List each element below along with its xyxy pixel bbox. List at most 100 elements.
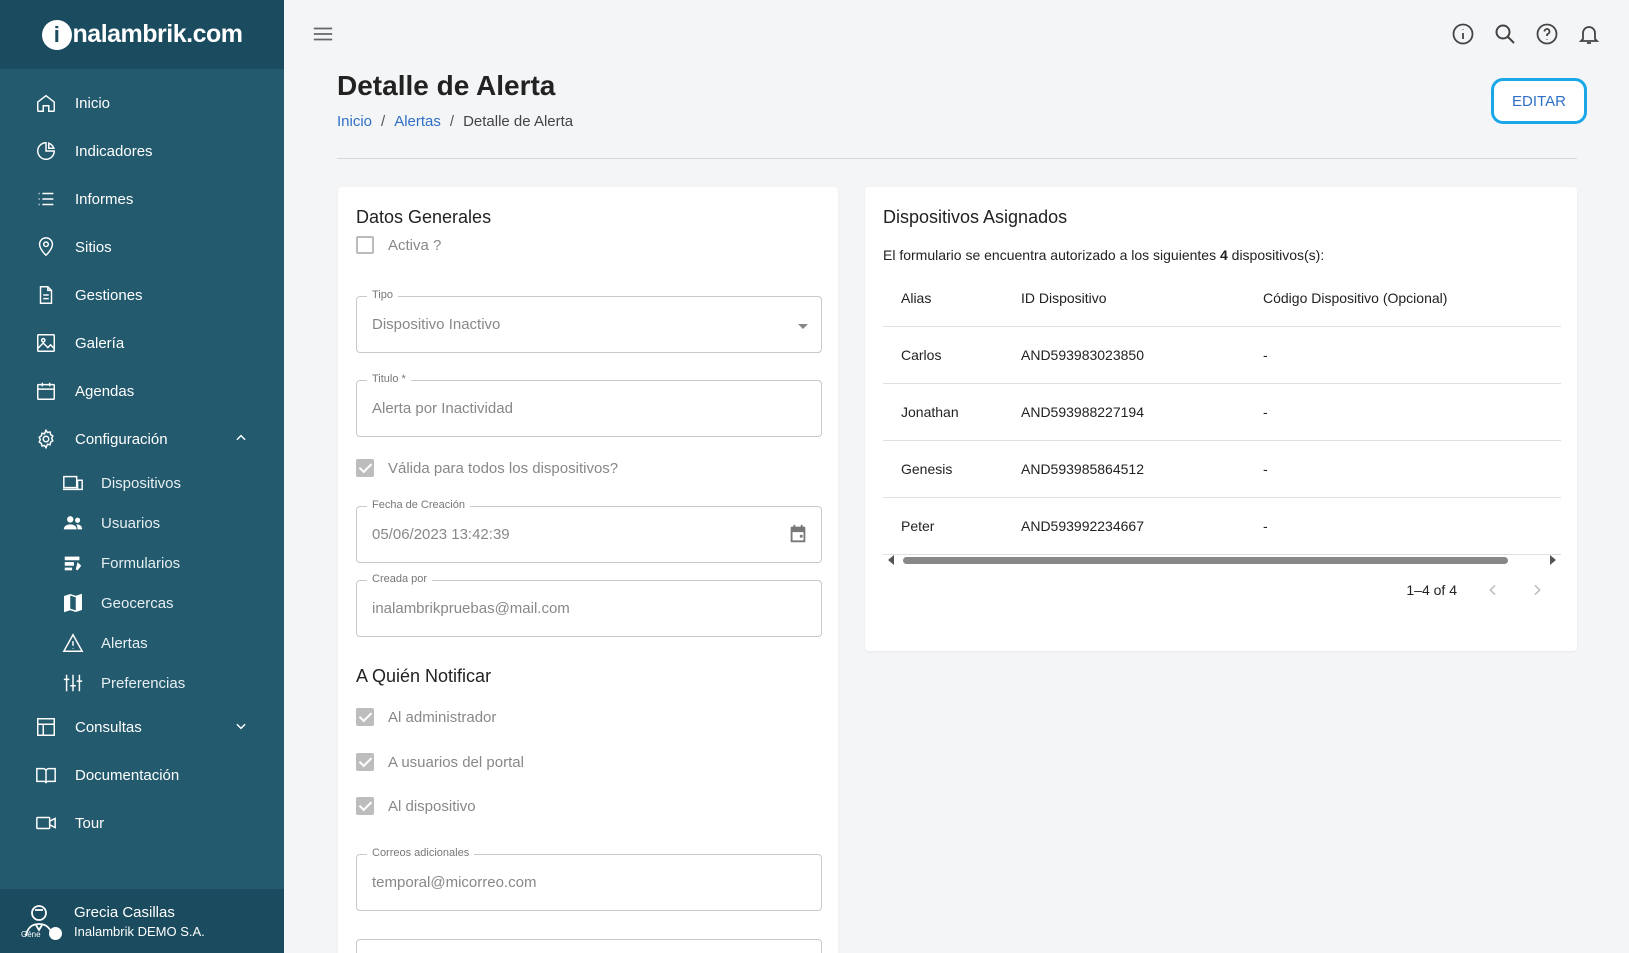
checkbox-box[interactable] bbox=[356, 236, 374, 254]
sidebar-item-configuracion[interactable]: Configuración bbox=[0, 415, 284, 463]
emails-field[interactable]: Correos adicionales temporal@micorreo.co… bbox=[356, 847, 822, 911]
checkbox-box[interactable] bbox=[356, 459, 374, 477]
notify-device-checkbox[interactable]: Al dispositivo bbox=[356, 797, 476, 815]
sidebar-item-label: Tour bbox=[75, 814, 105, 832]
logo-text: nalambrik.com bbox=[72, 20, 243, 48]
sidebar-subitem-label: Alertas bbox=[101, 634, 148, 652]
sidebar-subitem-label: Geocercas bbox=[101, 594, 174, 612]
sidebar-item-consultas[interactable]: Consultas bbox=[0, 703, 284, 751]
notify-portal-label: A usuarios del portal bbox=[388, 753, 524, 771]
sidebar-item-inicio[interactable]: Inicio bbox=[0, 79, 284, 127]
menu-icon[interactable] bbox=[312, 24, 334, 49]
chevron-down-icon[interactable] bbox=[234, 719, 248, 738]
header-divider bbox=[337, 158, 1577, 159]
scroll-right-icon[interactable] bbox=[1549, 555, 1557, 565]
creada-por-field[interactable]: Creada por inalambrikpruebas@mail.com bbox=[356, 573, 822, 637]
active-checkbox[interactable]: Activa ? bbox=[356, 236, 441, 254]
tipo-select[interactable]: Tipo Dispositivo Inactivo bbox=[356, 289, 822, 353]
sidebar-subitem-formularios[interactable]: Formularios bbox=[0, 543, 284, 583]
search-icon[interactable] bbox=[1493, 22, 1517, 46]
valid-all-checkbox[interactable]: Válida para todos los dispositivos? bbox=[356, 459, 618, 477]
sidebar-item-label: Agendas bbox=[75, 382, 135, 400]
titulo-label: Titulo * bbox=[367, 373, 411, 385]
sidebar-item-label: Informes bbox=[75, 190, 134, 208]
column-header-alias[interactable]: Alias bbox=[883, 290, 1021, 306]
sidebar-item-gestiones[interactable]: Gestiones bbox=[0, 271, 284, 319]
devices-table: Alias ID Dispositivo Código Dispositivo … bbox=[883, 269, 1561, 555]
sidebar-subitem-alertas[interactable]: Alertas bbox=[0, 623, 284, 663]
sidebar-subitem-dispositivos[interactable]: Dispositivos bbox=[0, 463, 284, 503]
sidebar-item-documentacion[interactable]: Documentación bbox=[0, 751, 284, 799]
pagination: 1–4 of 4 bbox=[1406, 582, 1545, 598]
emails-value: temporal@micorreo.com bbox=[372, 874, 537, 891]
logo-i: i bbox=[41, 19, 72, 50]
checkbox-box[interactable] bbox=[356, 797, 374, 815]
breadcrumb-alertas[interactable]: Alertas bbox=[394, 113, 441, 130]
chevron-up-icon[interactable] bbox=[234, 431, 248, 450]
assigned-devices-subtitle: El formulario se encuentra autorizado a … bbox=[883, 247, 1324, 263]
dropdown-arrow-icon[interactable] bbox=[797, 319, 809, 337]
sidebar-subitem-label: Usuarios bbox=[101, 514, 161, 532]
cell-id: AND593985864512 bbox=[1021, 461, 1144, 477]
cell-id: AND593988227194 bbox=[1021, 404, 1144, 420]
next-page-icon[interactable] bbox=[1529, 582, 1545, 598]
extra-field[interactable] bbox=[356, 939, 822, 953]
prev-page-icon[interactable] bbox=[1485, 582, 1501, 598]
sidebar-item-informes[interactable]: Informes bbox=[0, 175, 284, 223]
sidebar-subitem-usuarios[interactable]: Usuarios bbox=[0, 503, 284, 543]
table-row[interactable]: Carlos AND593983023850 - bbox=[883, 327, 1561, 384]
user-profile[interactable]: Géne Grecia Casillas Inalambrik DEMO S.A… bbox=[0, 889, 284, 953]
breadcrumb-separator: / bbox=[449, 113, 455, 130]
help-icon[interactable] bbox=[1535, 22, 1559, 46]
notify-portal-checkbox[interactable]: A usuarios del portal bbox=[356, 753, 524, 771]
table-row[interactable]: Jonathan AND593988227194 - bbox=[883, 384, 1561, 441]
general-data-card: Datos Generales Activa ? Tipo Dispositiv… bbox=[338, 187, 838, 953]
forms-icon bbox=[62, 552, 84, 574]
sidebar-item-agendas[interactable]: Agendas bbox=[0, 367, 284, 415]
assigned-devices-title: Dispositivos Asignados bbox=[883, 207, 1068, 227]
cell-id: AND593992234667 bbox=[1021, 518, 1144, 534]
sidebar-item-indicadores[interactable]: Indicadores bbox=[0, 127, 284, 175]
map-icon bbox=[62, 592, 84, 614]
sliders-icon bbox=[62, 672, 84, 694]
document-icon bbox=[34, 283, 58, 307]
scrollbar-thumb[interactable] bbox=[903, 557, 1508, 564]
scroll-left-icon[interactable] bbox=[887, 555, 895, 565]
cell-alias: Jonathan bbox=[901, 404, 959, 420]
sidebar-subitem-preferencias[interactable]: Preferencias bbox=[0, 663, 284, 703]
column-header-code[interactable]: Código Dispositivo (Opcional) bbox=[1263, 290, 1561, 306]
cell-code: - bbox=[1263, 461, 1268, 477]
breadcrumb-current: Detalle de Alerta bbox=[463, 113, 574, 130]
titulo-field[interactable]: Titulo * Alerta por Inactividad bbox=[356, 373, 822, 437]
warning-icon bbox=[62, 632, 84, 654]
tipo-label: Tipo bbox=[367, 289, 398, 301]
fecha-creacion-field[interactable]: Fecha de Creación 05/06/2023 13:42:39 bbox=[356, 499, 822, 563]
sidebar-item-tour[interactable]: Tour bbox=[0, 799, 284, 847]
titulo-value: Alerta por Inactividad bbox=[372, 400, 513, 417]
logo[interactable]: i nalambrik.com bbox=[41, 19, 243, 50]
user-name: Grecia Casillas bbox=[74, 903, 175, 921]
table-row[interactable]: Peter AND593992234667 - bbox=[883, 498, 1561, 555]
checkbox-box[interactable] bbox=[356, 753, 374, 771]
cell-id: AND593983023850 bbox=[1021, 347, 1144, 363]
horizontal-scrollbar[interactable] bbox=[883, 554, 1561, 566]
table-row[interactable]: Genesis AND593985864512 - bbox=[883, 441, 1561, 498]
bell-icon[interactable] bbox=[1577, 22, 1601, 46]
notify-admin-checkbox[interactable]: Al administrador bbox=[356, 708, 496, 726]
page-title: Detalle de Alerta bbox=[337, 70, 556, 101]
sidebar-subitem-geocercas[interactable]: Geocercas bbox=[0, 583, 284, 623]
info-icon[interactable] bbox=[1451, 22, 1475, 46]
sidebar-item-sitios[interactable]: Sitios bbox=[0, 223, 284, 271]
sidebar-item-galeria[interactable]: Galería bbox=[0, 319, 284, 367]
sidebar-subitem-label: Preferencias bbox=[101, 674, 186, 692]
avatar: Géne bbox=[21, 902, 62, 940]
active-label: Activa ? bbox=[388, 236, 442, 254]
cell-alias: Peter bbox=[901, 518, 935, 534]
column-header-id[interactable]: ID Dispositivo bbox=[1021, 290, 1263, 306]
breadcrumb-inicio[interactable]: Inicio bbox=[337, 113, 372, 130]
edit-button[interactable]: EDITAR bbox=[1491, 78, 1587, 124]
checkbox-box[interactable] bbox=[356, 708, 374, 726]
cell-code: - bbox=[1263, 518, 1268, 534]
emails-label: Correos adicionales bbox=[367, 847, 475, 859]
calendar-icon[interactable] bbox=[787, 523, 809, 550]
